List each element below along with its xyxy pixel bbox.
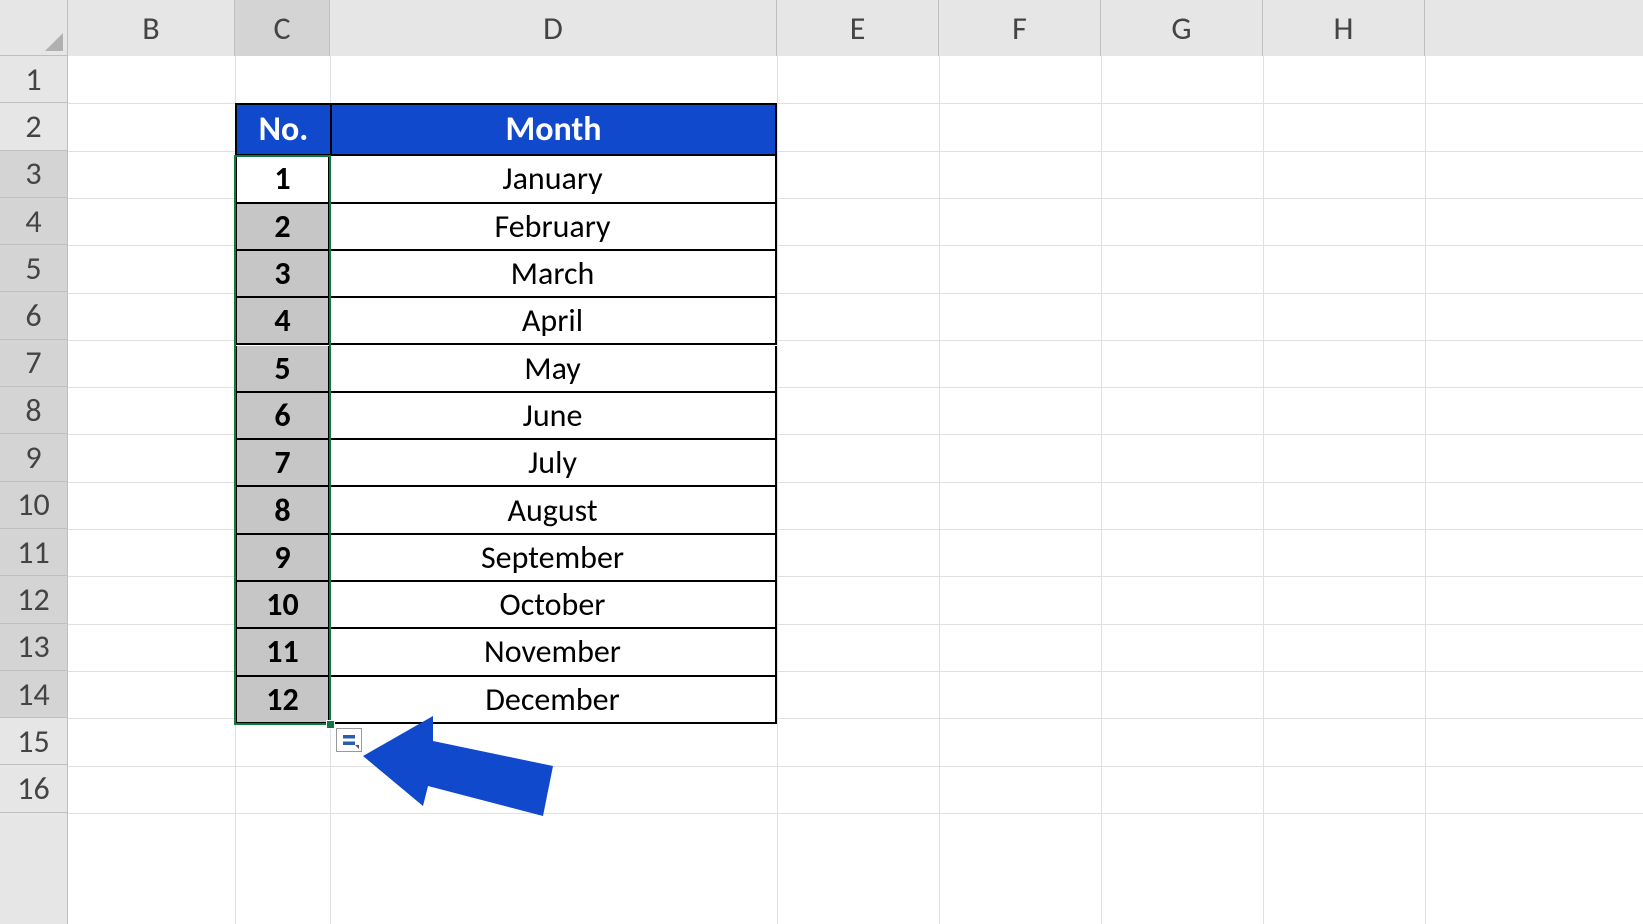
column-header-C[interactable]: C [235,0,330,56]
cell-D13[interactable]: November [330,629,777,676]
row-header-11[interactable]: 11 [0,529,67,576]
cell-grid[interactable]: No. Month 1 January 2 February 3 March 4… [68,56,1643,924]
row-header-1[interactable]: 1 [0,56,67,103]
row-header-2[interactable]: 2 [0,103,67,150]
cell-D3[interactable]: January [330,156,777,203]
row-header-14[interactable]: 14 [0,671,67,718]
row-headers-column: 1 2 3 4 5 6 7 8 9 10 11 12 13 14 15 16 [0,56,68,924]
cell-C9[interactable]: 7 [235,440,330,487]
column-header-D[interactable]: D [330,0,777,56]
column-header-E[interactable]: E [777,0,939,56]
column-headers-row: B C D E F G H [0,0,1643,56]
cell-C11[interactable]: 9 [235,535,330,582]
row-header-13[interactable]: 13 [0,624,67,671]
cell-D5[interactable]: March [330,251,777,298]
cell-C12[interactable]: 10 [235,582,330,629]
cell-D4[interactable]: February [330,204,777,251]
row-header-10[interactable]: 10 [0,482,67,529]
row-header-5[interactable]: 5 [0,245,67,292]
column-header-F[interactable]: F [939,0,1101,56]
cell-D11[interactable]: September [330,535,777,582]
cell-C10[interactable]: 8 [235,487,330,534]
spreadsheet: B C D E F G H 1 2 3 4 5 6 7 8 9 10 11 12… [0,0,1643,924]
cell-D9[interactable]: July [330,440,777,487]
row-header-3[interactable]: 3 [0,151,67,198]
table-header-month[interactable]: Month [330,103,777,156]
cell-C14[interactable]: 12 [235,677,330,724]
row-header-6[interactable]: 6 [0,292,67,339]
autofill-options-button[interactable] [336,728,362,752]
cell-D10[interactable]: August [330,487,777,534]
fill-handle[interactable] [326,720,335,729]
cell-C4[interactable]: 2 [235,204,330,251]
row-header-4[interactable]: 4 [0,198,67,245]
cell-C6[interactable]: 4 [235,298,330,345]
column-header-B[interactable]: B [68,0,235,56]
row-header-8[interactable]: 8 [0,387,67,434]
cell-D8[interactable]: June [330,393,777,440]
row-header-9[interactable]: 9 [0,434,67,481]
column-header-H[interactable]: H [1263,0,1425,56]
cell-C7[interactable]: 5 [235,346,330,393]
column-header-overflow [1425,0,1643,56]
cell-C13[interactable]: 11 [235,629,330,676]
row-header-15[interactable]: 15 [0,718,67,765]
table-header-no[interactable]: No. [235,103,330,156]
cell-D7[interactable]: May [330,346,777,393]
cell-D12[interactable]: October [330,582,777,629]
row-header-12[interactable]: 12 [0,576,67,623]
column-header-G[interactable]: G [1101,0,1263,56]
cell-D14[interactable]: December [330,677,777,724]
cell-D6[interactable]: April [330,298,777,345]
cell-C8[interactable]: 6 [235,393,330,440]
cell-C5[interactable]: 3 [235,251,330,298]
cell-C3[interactable]: 1 [235,156,330,203]
row-header-16[interactable]: 16 [0,765,67,812]
row-header-7[interactable]: 7 [0,340,67,387]
select-all-corner[interactable] [0,0,68,56]
